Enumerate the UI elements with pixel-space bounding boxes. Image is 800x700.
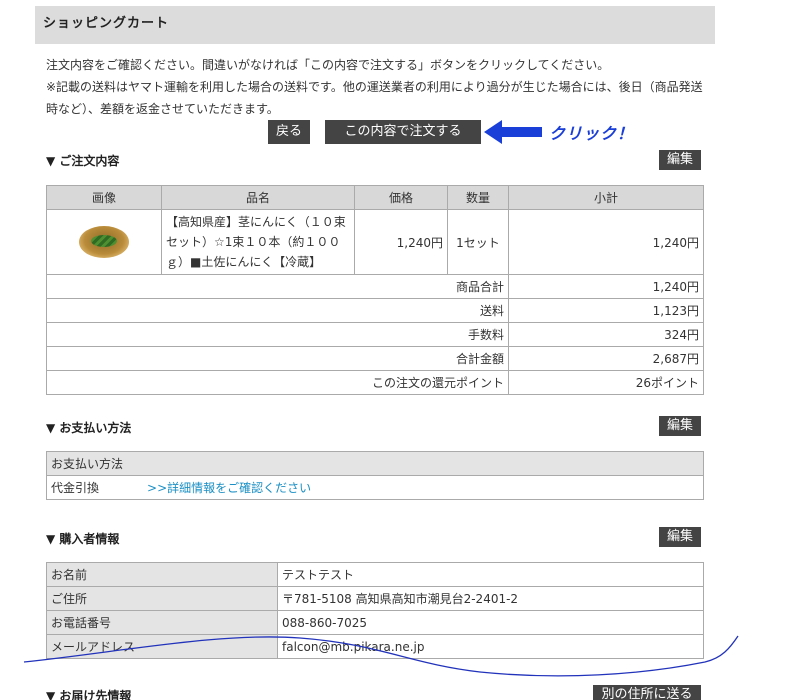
summary-row: 手数料 324円 [46,322,704,347]
order-table-header: 画像 品名 価格 数量 小計 [46,185,704,210]
buyer-value: 〒781-5108 高知県高知市潮見台2-2401-2 [277,586,704,611]
buyer-value: falcon@mb.pikara.ne.jp [277,634,704,659]
product-qty: 1セット [447,209,509,275]
payment-detail-link[interactable]: >>詳細情報をご確認ください [147,481,311,495]
column-header-name: 品名 [161,185,355,210]
table-row: お名前 テストテスト [46,562,704,587]
summary-value: 324円 [508,322,704,347]
buyer-label: お名前 [46,562,278,587]
buyer-section-title: ▼ 購入者情報 [46,532,120,546]
payment-section-title: ▼ お支払い方法 [46,421,132,435]
order-table: 画像 品名 価格 数量 小計 【高知県産】茎にんにく（１０束セット）☆1束１０本… [46,185,704,395]
annotation-arrow-icon [484,120,542,144]
buyer-label: お電話番号 [46,610,278,635]
product-image [79,226,129,258]
other-address-button[interactable]: 別の住所に送る [593,685,701,700]
edit-buyer-button[interactable]: 編集 [659,527,701,547]
payment-table: お支払い方法 代金引換 >>詳細情報をご確認ください [46,451,704,500]
summary-value: 1,240円 [508,274,704,299]
summary-value: 1,123円 [508,298,704,323]
table-row: メールアドレス falcon@mb.pikara.ne.jp [46,634,704,659]
edit-payment-button[interactable]: 編集 [659,416,701,436]
product-image-cell [46,209,162,275]
back-button[interactable]: 戻る [268,120,310,144]
intro-text: 注文内容をご確認ください。間違いがなければ「この内容で注文する」ボタンをクリック… [46,54,706,120]
buyer-value: テストテスト [277,562,704,587]
table-row: 【高知県産】茎にんにく（１０束セット）☆1束１０本（約１００ｇ）■土佐にんにく【… [46,209,704,275]
payment-method-cell: 代金引換 >>詳細情報をご確認ください [46,475,704,500]
table-row: お電話番号 088-860-7025 [46,610,704,635]
product-price: 1,240円 [354,209,448,275]
buyer-table: お名前 テストテスト ご住所 〒781-5108 高知県高知市潮見台2-2401… [46,562,704,659]
summary-label: 合計金額 [46,346,509,371]
buyer-label: メールアドレス [46,634,278,659]
summary-value: 2,687円 [508,346,704,371]
delivery-section-title: ▼ お届け先情報 [46,689,132,700]
intro-line-1: 注文内容をご確認ください。間違いがなければ「この内容で注文する」ボタンをクリック… [46,58,610,72]
summary-label: 商品合計 [46,274,509,299]
buyer-label: ご住所 [46,586,278,611]
shopping-cart-page: ショッピングカート 注文内容をご確認ください。間違いがなければ「この内容で注文す… [35,6,715,700]
order-section-title: ▼ ご注文内容 [46,154,120,168]
table-row: ご住所 〒781-5108 高知県高知市潮見台2-2401-2 [46,586,704,611]
summary-row: この注文の還元ポイント 26ポイント [46,370,704,395]
product-subtotal: 1,240円 [508,209,704,275]
buyer-value: 088-860-7025 [277,610,704,635]
summary-label: 送料 [46,298,509,323]
summary-label: この注文の還元ポイント [46,370,509,395]
summary-row: 送料 1,123円 [46,298,704,323]
edit-order-button[interactable]: 編集 [659,150,701,170]
summary-row: 合計金額 2,687円 [46,346,704,371]
payment-method-row: 代金引換 >>詳細情報をご確認ください [46,475,704,500]
summary-row: 商品合計 1,240円 [46,274,704,299]
intro-line-2: ※記載の送料はヤマト運輸を利用した場合の送料です。他の運送業者の利用により過分が… [46,80,703,116]
page-title: ショッピングカート [35,6,715,44]
payment-header-row: お支払い方法 [46,451,704,476]
column-header-image: 画像 [46,185,162,210]
product-name: 【高知県産】茎にんにく（１０束セット）☆1束１０本（約１００ｇ）■土佐にんにく【… [161,209,355,275]
summary-value: 26ポイント [508,370,704,395]
payment-header: お支払い方法 [46,451,704,476]
column-header-qty: 数量 [447,185,509,210]
click-annotation: クリック！ [549,124,635,143]
place-order-button[interactable]: この内容で注文する [325,120,481,144]
payment-method: 代金引換 [51,481,100,495]
column-header-price: 価格 [354,185,448,210]
column-header-subtotal: 小計 [508,185,704,210]
summary-label: 手数料 [46,322,509,347]
